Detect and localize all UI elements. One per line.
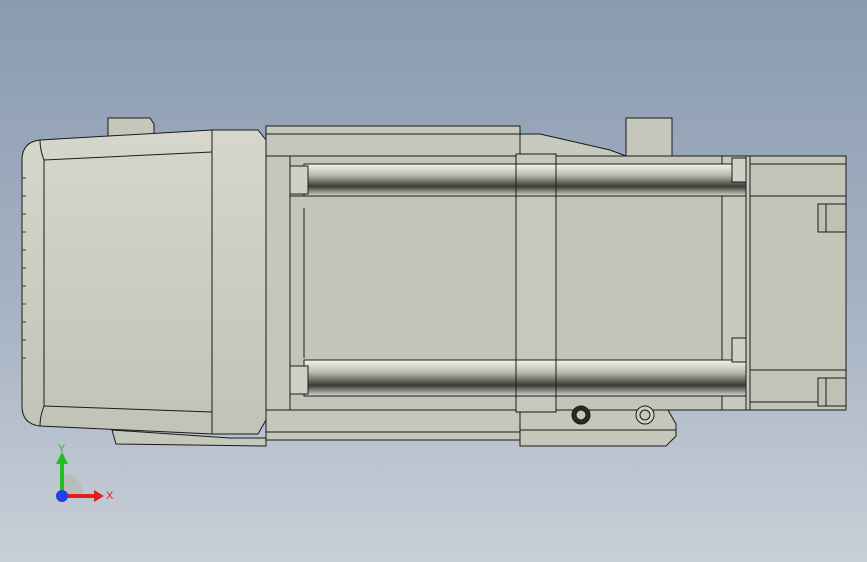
encoder-cap bbox=[21, 129, 267, 435]
cad-viewport[interactable]: Y X bbox=[0, 0, 867, 562]
rod-nut-bottom-right bbox=[731, 337, 747, 363]
servo-motor-model[interactable] bbox=[0, 0, 867, 562]
y-axis-label: Y bbox=[58, 443, 66, 455]
pilot-bottom bbox=[817, 377, 847, 407]
rod-nut-bottom-left bbox=[289, 365, 309, 395]
top-ramp bbox=[517, 133, 627, 157]
rod-nut-top-left bbox=[289, 165, 309, 195]
transition-collar bbox=[265, 155, 291, 411]
bottom-flange bbox=[265, 409, 521, 441]
x-axis-label: X bbox=[106, 490, 114, 502]
pilot-top bbox=[817, 203, 847, 233]
rod-nut-top-right bbox=[731, 157, 747, 183]
tie-rod-top bbox=[303, 163, 747, 197]
tie-rod-bottom bbox=[303, 359, 747, 397]
connector-bolt-2 bbox=[635, 405, 655, 425]
top-flange bbox=[265, 125, 521, 157]
connector-bolt-1 bbox=[571, 405, 591, 425]
right-top-bracket bbox=[625, 117, 673, 157]
axis-triad: Y X bbox=[56, 443, 114, 502]
z-axis-dot bbox=[56, 490, 68, 502]
